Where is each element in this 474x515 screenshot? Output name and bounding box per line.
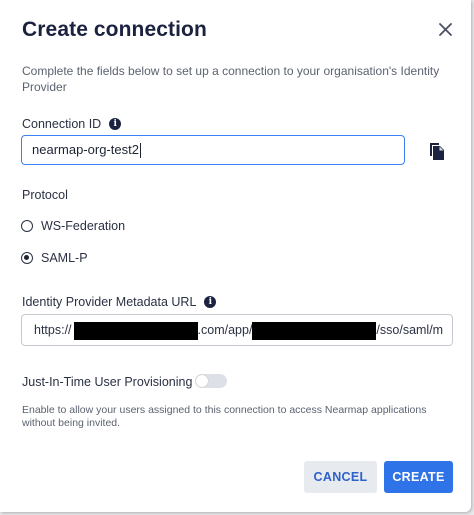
close-icon	[439, 23, 452, 36]
info-icon[interactable]: i	[109, 118, 122, 130]
metadata-url-label-row: Identity Provider Metadata URL i	[22, 295, 217, 309]
metadata-url-input[interactable]: https:// .com/app/ /sso/saml/m	[21, 314, 453, 346]
jit-label: Just-In-Time User Provisioning	[22, 375, 192, 389]
create-connection-dialog: Create connection Complete the fields be…	[0, 0, 471, 512]
connection-id-label-row: Connection ID i	[22, 117, 122, 131]
create-button[interactable]: CREATE	[384, 461, 453, 493]
info-icon[interactable]: i	[204, 296, 217, 308]
connection-id-value: nearmap-org-test2	[32, 142, 139, 157]
radio-circle	[21, 220, 33, 232]
url-part-end: /sso/saml/m	[376, 323, 444, 337]
text-cursor	[139, 143, 141, 159]
url-part-middle: .com/app/	[197, 323, 253, 337]
protocol-label: Protocol	[22, 188, 68, 202]
jit-hint: Enable to allow your users assigned to t…	[22, 404, 427, 429]
connection-id-input[interactable]: nearmap-org-test2	[21, 135, 405, 165]
copy-icon	[430, 143, 444, 160]
metadata-url-label: Identity Provider Metadata URL	[22, 295, 197, 309]
url-part-scheme: https://	[34, 323, 72, 337]
redacted-block	[73, 321, 198, 340]
jit-toggle[interactable]	[195, 374, 227, 388]
cancel-button[interactable]: CANCEL	[304, 461, 377, 493]
radio-ws-federation[interactable]: WS-Federation	[21, 219, 125, 233]
radio-saml-p[interactable]: SAML-P	[21, 251, 88, 265]
jit-label-text: Just-In-Time User Provisioning	[22, 375, 193, 389]
radio-label: WS-Federation	[41, 219, 126, 233]
dialog-description: Complete the fields below to set up a co…	[22, 64, 440, 94]
copy-button[interactable]	[427, 141, 445, 161]
dialog-title: Create connection	[22, 18, 207, 41]
redacted-block	[252, 321, 377, 340]
protocol-label-text: Protocol	[22, 188, 68, 202]
close-button[interactable]	[436, 20, 456, 40]
radio-circle-checked	[21, 252, 33, 264]
toggle-knob	[196, 375, 208, 387]
connection-id-label: Connection ID	[22, 117, 102, 131]
radio-label: SAML-P	[41, 251, 88, 265]
